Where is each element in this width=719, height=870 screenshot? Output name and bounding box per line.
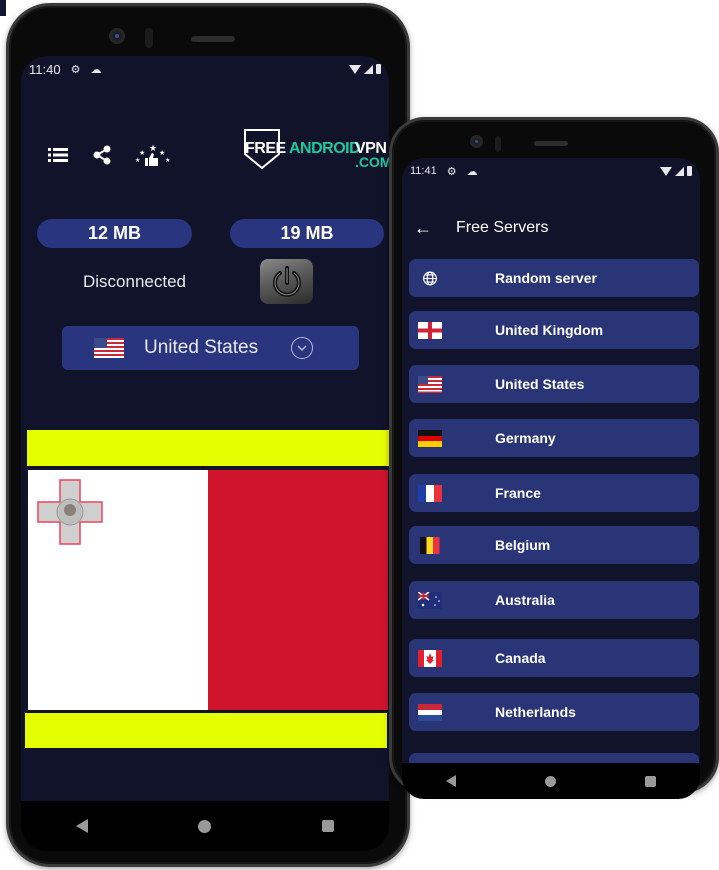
- server-name: Belgium: [495, 537, 551, 553]
- battery-icon: [376, 64, 381, 74]
- sensor: [145, 28, 153, 48]
- share-icon[interactable]: [91, 144, 113, 166]
- chevron-down-icon: [291, 337, 313, 359]
- phone-main-screen: 11:40 ⚙ ☁ ★ ★ ★ ★ ★ FREE ANDROID VPN .CO…: [6, 3, 410, 867]
- svg-text:★: ★: [159, 149, 165, 157]
- server-name: United Kingdom: [495, 322, 604, 338]
- brand-logo: FREE ANDROID VPN .COM: [243, 128, 389, 174]
- server-item-canada[interactable]: Canada: [409, 639, 699, 677]
- servers-screen: 11:41 ⚙ ☁ ← Free Servers Random server U…: [402, 158, 700, 763]
- signal-icon: [675, 166, 684, 176]
- nav-bar: [21, 801, 389, 851]
- server-name: United States: [495, 376, 585, 392]
- germany-flag-icon: [418, 429, 442, 447]
- svg-text:★: ★: [165, 157, 170, 164]
- rate-stars-thumbs-up-icon[interactable]: ★ ★ ★ ★ ★: [135, 143, 171, 166]
- cloud-icon: ☁: [466, 165, 478, 178]
- server-item-australia[interactable]: Australia: [409, 581, 699, 619]
- signal-icon: [364, 64, 373, 74]
- server-item-france[interactable]: France: [409, 474, 699, 512]
- server-name: Netherlands: [495, 704, 576, 720]
- australia-flag-icon: [418, 591, 442, 609]
- arrow-left-icon[interactable]: ←: [414, 218, 434, 239]
- globe-icon: [423, 271, 437, 285]
- canada-flag-icon: [418, 649, 442, 667]
- england-flag-icon: [418, 321, 442, 339]
- malta-flag-red: [208, 470, 388, 710]
- wifi-icon: [660, 166, 672, 176]
- cloud-icon: ☁: [90, 63, 102, 76]
- nav-bar: [402, 763, 700, 799]
- download-usage: 12 MB: [37, 219, 192, 248]
- sensor: [495, 136, 501, 152]
- svg-text:★: ★: [149, 143, 157, 153]
- menu-list-icon[interactable]: [47, 144, 69, 166]
- us-flag-icon: [418, 375, 442, 393]
- status-time: 11:41: [410, 165, 437, 177]
- banner-yellow-top: [27, 430, 389, 466]
- belgium-flag-icon: [420, 536, 440, 554]
- server-name: Australia: [495, 592, 555, 608]
- upload-usage: 19 MB: [230, 219, 384, 248]
- svg-text:★: ★: [135, 157, 140, 164]
- nav-recents-icon[interactable]: [644, 775, 656, 787]
- server-item-germany[interactable]: Germany: [409, 419, 699, 457]
- nav-back-icon[interactable]: [446, 775, 457, 787]
- george-cross-icon: [37, 479, 103, 545]
- server-name: Random server: [495, 270, 597, 286]
- logo-com: .COM: [355, 154, 389, 170]
- malta-flag-image: [28, 470, 388, 710]
- front-camera: [109, 28, 125, 44]
- server-item-united-kingdom[interactable]: United Kingdom: [409, 311, 699, 349]
- status-bar: 11:41 ⚙ ☁: [402, 158, 700, 184]
- status-bar: 11:40 ⚙ ☁: [21, 56, 389, 82]
- netherlands-flag-icon: [418, 703, 442, 721]
- power-button[interactable]: [260, 259, 313, 304]
- malta-flag-white: [28, 470, 208, 710]
- us-flag-icon: [94, 338, 124, 358]
- nav-recents-icon[interactable]: [321, 820, 334, 832]
- logo-android: ANDROID: [289, 140, 361, 157]
- nav-home-icon[interactable]: [198, 819, 212, 833]
- server-name: Canada: [495, 650, 546, 666]
- server-name: France: [495, 485, 541, 501]
- corner-mark: [0, 0, 6, 16]
- gear-icon: ⚙: [446, 165, 457, 178]
- main-screen: 11:40 ⚙ ☁ ★ ★ ★ ★ ★ FREE ANDROID VPN .CO…: [21, 56, 389, 801]
- server-item-random[interactable]: Random server: [409, 259, 699, 297]
- wifi-icon: [349, 64, 361, 74]
- earpiece-speaker: [191, 36, 235, 42]
- phone-servers-screen: 11:41 ⚙ ☁ ← Free Servers Random server U…: [389, 117, 719, 799]
- country-selector[interactable]: United States: [62, 326, 359, 370]
- gear-icon: ⚙: [70, 63, 81, 76]
- toolbar: ★ ★ ★ ★ ★: [47, 143, 171, 166]
- logo-free: FREE: [245, 140, 286, 157]
- svg-text:★: ★: [139, 149, 145, 157]
- server-item-belgium[interactable]: Belgium: [409, 526, 699, 564]
- front-camera: [470, 135, 483, 148]
- screen-title: Free Servers: [456, 219, 549, 236]
- power-icon: [272, 265, 301, 297]
- server-name: Germany: [495, 430, 556, 446]
- battery-icon: [687, 166, 692, 176]
- earpiece-speaker: [534, 141, 568, 146]
- nav-back-icon[interactable]: [76, 819, 89, 833]
- server-item-netherlands[interactable]: Netherlands: [409, 693, 699, 731]
- server-item-united-states[interactable]: United States: [409, 365, 699, 403]
- banner-yellow-bottom: [25, 713, 387, 748]
- app-bar: ← Free Servers: [402, 208, 700, 248]
- selected-country-name: United States: [144, 337, 259, 358]
- server-item-partial[interactable]: [409, 753, 699, 763]
- connection-status: Disconnected: [83, 272, 187, 291]
- nav-home-icon[interactable]: [544, 775, 556, 787]
- status-time: 11:40: [29, 61, 61, 77]
- france-flag-icon: [418, 484, 442, 502]
